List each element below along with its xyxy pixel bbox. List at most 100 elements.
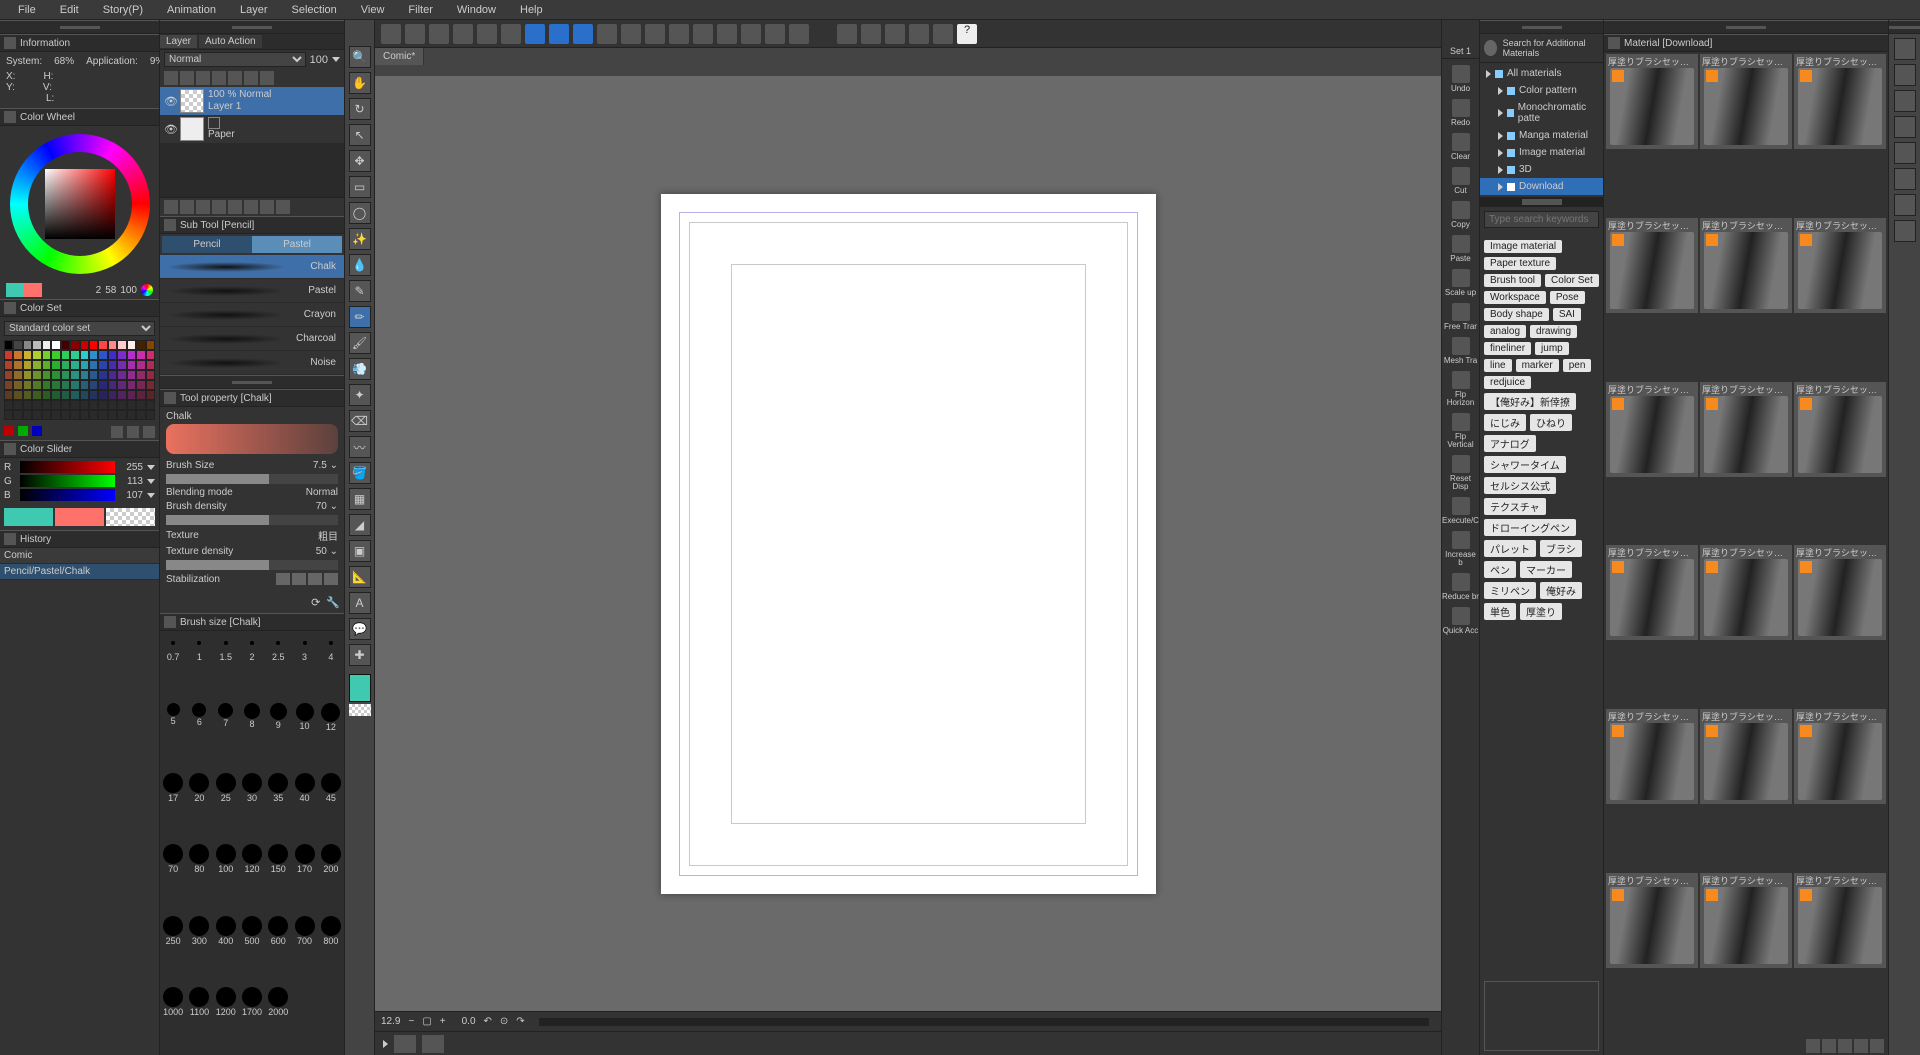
color-swatch[interactable] xyxy=(89,380,98,390)
color-swatch[interactable] xyxy=(13,370,22,380)
tag-chip[interactable]: パレット xyxy=(1484,540,1536,557)
color-swatch[interactable] xyxy=(117,360,126,370)
color-swatch[interactable] xyxy=(4,370,13,380)
brushsize-cell[interactable]: 2 xyxy=(239,631,265,700)
cmd-blue-3-icon[interactable] xyxy=(573,24,593,44)
brushsize-cell[interactable]: 70 xyxy=(160,841,186,912)
quickaccess-item[interactable]: Flp Horizon xyxy=(1442,371,1479,407)
quickaccess-item[interactable]: Quick Acc xyxy=(1442,607,1479,635)
chevron-down-icon[interactable] xyxy=(147,465,155,470)
material-item[interactable]: 厚塗りブラシセット-モデペパス xyxy=(1700,545,1792,640)
settings-icon[interactable]: 🔧 xyxy=(326,596,340,609)
primary-color[interactable] xyxy=(4,508,53,526)
eye-icon[interactable]: 👁 xyxy=(164,95,176,108)
color-swatch[interactable] xyxy=(4,410,13,420)
zoom-out-icon[interactable]: − xyxy=(408,1016,414,1027)
quickaccess-item[interactable]: Copy xyxy=(1442,201,1479,229)
new-layer-icon[interactable] xyxy=(164,200,178,214)
brushsize-cell[interactable]: 700 xyxy=(291,913,317,984)
blendmode-value[interactable]: Normal xyxy=(306,487,338,498)
color-swatch[interactable] xyxy=(146,370,155,380)
tag-chip[interactable]: 俺好み xyxy=(1540,582,1582,599)
color-swatch[interactable] xyxy=(108,360,117,370)
material-item[interactable]: 厚塗りブラシセット-塗料普通 xyxy=(1700,54,1792,149)
move-tool-icon[interactable]: ✋ xyxy=(349,72,371,94)
channel-slider[interactable] xyxy=(20,489,115,501)
color-swatch[interactable] xyxy=(127,340,136,350)
panel-grabber[interactable] xyxy=(1604,20,1888,34)
layer-draft-icon[interactable] xyxy=(244,71,258,85)
tab-layer[interactable]: Layer xyxy=(160,35,197,48)
zoom-tool-icon[interactable]: 🔍 xyxy=(349,46,371,68)
tag-chip[interactable]: Paper texture xyxy=(1484,257,1556,270)
material-item[interactable]: 厚塗りブラシセット-まだら平面 xyxy=(1700,709,1792,804)
material-item[interactable]: 厚塗りブラシセット-塗料不足 xyxy=(1606,218,1698,313)
color-swatch[interactable] xyxy=(42,400,51,410)
assist-icon[interactable] xyxy=(909,24,929,44)
information-header[interactable]: Information xyxy=(0,34,159,52)
color-swatch[interactable] xyxy=(108,400,117,410)
tag-chip[interactable]: シャワータイム xyxy=(1484,456,1566,473)
snap-grid-icon[interactable] xyxy=(885,24,905,44)
brushsize-cell[interactable]: 500 xyxy=(239,913,265,984)
docked-icon[interactable] xyxy=(1894,116,1916,138)
snap-ruler-icon[interactable] xyxy=(837,24,857,44)
brushsize-cell[interactable]: 400 xyxy=(213,913,239,984)
reset-icon[interactable]: ⟳ xyxy=(311,596,320,609)
eye-icon[interactable]: 👁 xyxy=(164,123,176,136)
channel-value[interactable]: 113 xyxy=(119,476,143,487)
color-swatch[interactable] xyxy=(127,400,136,410)
color-swatch[interactable] xyxy=(23,400,32,410)
color-swatch[interactable] xyxy=(51,400,60,410)
color-swatch[interactable] xyxy=(108,340,117,350)
color-swatch[interactable] xyxy=(70,400,79,410)
tag-chip[interactable]: Color Set xyxy=(1545,274,1599,287)
color-swatch[interactable] xyxy=(146,390,155,400)
brushsize-grid[interactable]: 0.711.522.534567891012172025303540457080… xyxy=(160,631,344,1055)
channel-value[interactable]: 255 xyxy=(119,462,143,473)
tag-chip[interactable]: 単色 xyxy=(1484,603,1516,620)
rotate-tool-icon[interactable]: ↻ xyxy=(349,98,371,120)
quickaccess-item[interactable]: Paste xyxy=(1442,235,1479,263)
quickaccess-item[interactable]: Free Trar xyxy=(1442,303,1479,331)
quickaccess-item[interactable]: Scale up xyxy=(1442,269,1479,297)
color-swatch[interactable] xyxy=(146,350,155,360)
tag-chip[interactable]: Workspace xyxy=(1484,291,1546,304)
brushsize-cell[interactable]: 25 xyxy=(213,770,239,841)
color-swatch[interactable] xyxy=(146,380,155,390)
color-swatch[interactable] xyxy=(117,380,126,390)
material-item[interactable]: 厚塗りブラシセット-平筆滲ばし xyxy=(1606,54,1698,149)
color-swatch[interactable] xyxy=(136,350,145,360)
color-swatch[interactable] xyxy=(136,390,145,400)
tree-scrollbar[interactable] xyxy=(1480,197,1603,207)
layer-lock-icon[interactable] xyxy=(164,71,178,85)
color-swatch[interactable] xyxy=(80,350,89,360)
color-swatch[interactable] xyxy=(61,380,70,390)
expand-icon[interactable] xyxy=(669,24,689,44)
color-swatch[interactable] xyxy=(23,360,32,370)
brushsize-cell[interactable]: 4 xyxy=(318,631,344,700)
tag-chip[interactable]: 厚塗り xyxy=(1520,603,1562,620)
tree-node[interactable]: Download xyxy=(1480,178,1603,195)
material-item[interactable]: 厚塗りブラシセット-ハイライト★ xyxy=(1700,873,1792,968)
color-swatch[interactable] xyxy=(117,400,126,410)
menu-layer[interactable]: Layer xyxy=(228,2,280,18)
tag-search-input[interactable] xyxy=(1484,211,1599,228)
panel-grabber[interactable] xyxy=(160,20,344,34)
quickaccess-item[interactable]: Reduce br xyxy=(1442,573,1479,601)
history-list[interactable]: Comic Pencil/Pastel/Chalk xyxy=(0,548,159,1055)
color-swatch[interactable] xyxy=(108,380,117,390)
tree-node[interactable]: 3D xyxy=(1480,161,1603,178)
tag-chip[interactable]: Brush tool xyxy=(1484,274,1541,287)
color-swatch[interactable] xyxy=(117,350,126,360)
docked-icon[interactable] xyxy=(1894,194,1916,216)
color-swatch[interactable] xyxy=(98,380,107,390)
menu-selection[interactable]: Selection xyxy=(280,2,349,18)
color-swatch[interactable] xyxy=(80,370,89,380)
docked-icon[interactable] xyxy=(1894,38,1916,60)
brushsize-cell[interactable]: 1200 xyxy=(213,984,239,1055)
fg-bg-swatch[interactable] xyxy=(6,283,42,297)
grad-icon[interactable] xyxy=(933,24,953,44)
brushsize-cell[interactable]: 6 xyxy=(186,700,212,770)
color-swatch[interactable] xyxy=(13,400,22,410)
